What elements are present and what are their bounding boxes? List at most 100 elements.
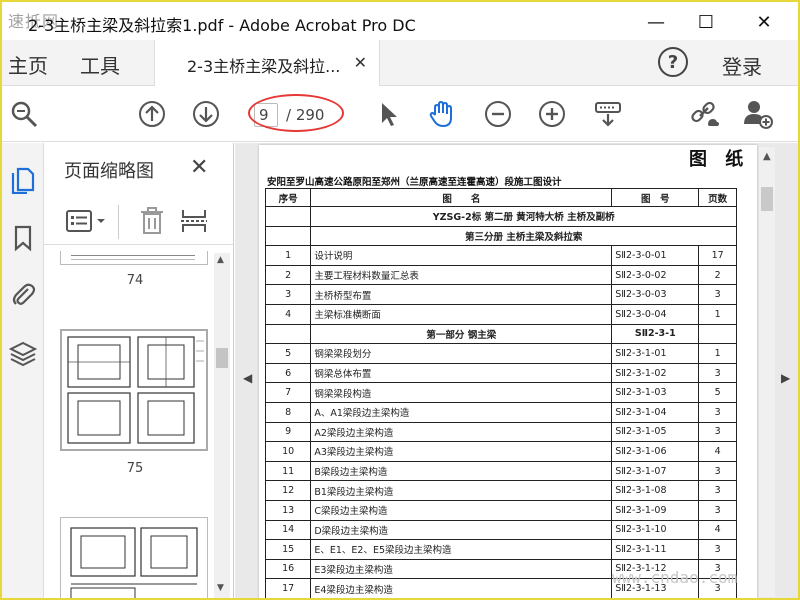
- page-thumbnails-icon[interactable]: [8, 165, 38, 195]
- cell-seq: 14: [264, 519, 312, 541]
- panel-toolbar: [44, 199, 233, 245]
- page-up-icon[interactable]: [136, 98, 168, 130]
- bookmarks-icon[interactable]: [8, 223, 38, 253]
- pdf-page: 图 纸 安阳至罗山高速公路原阳至郑州（兰原高速至连霍高速）段施工图设计 序号 图…: [259, 145, 757, 598]
- next-page-icon[interactable]: ▶: [781, 371, 790, 385]
- scroll-down-icon[interactable]: ▼: [217, 583, 224, 593]
- cell-seq: 12: [264, 480, 312, 501]
- cell-name: E4梁段边主梁构造: [310, 578, 613, 598]
- cell-seq: 9: [264, 421, 312, 443]
- help-icon[interactable]: ?: [658, 47, 688, 77]
- table-row: 5 钢梁梁段划分 SⅡ2-3-1-01 1: [264, 343, 737, 364]
- cell-seq: 4: [264, 303, 312, 325]
- highlight-ellipse: [248, 94, 344, 132]
- column-header: 页数: [698, 188, 737, 207]
- select-arrow-icon[interactable]: [372, 98, 404, 130]
- share-link-icon[interactable]: [688, 98, 720, 130]
- login-button[interactable]: 登录: [722, 51, 762, 80]
- table-row: 2 主要工程材料数量汇总表 SⅡ2-3-0-02 2: [264, 264, 737, 286]
- cell-seq: 17: [264, 578, 312, 598]
- watermark-text: www.cndao.com: [612, 568, 738, 587]
- cell-pages: 3: [698, 460, 737, 482]
- table-row: 8 A、A1梁段边主梁构造 SⅡ2-3-1-04 3: [264, 401, 737, 423]
- left-nav-bar: [2, 143, 44, 598]
- cell-code: SⅡ2-3-1: [611, 323, 700, 345]
- close-tab-icon[interactable]: ✕: [354, 53, 367, 72]
- hand-tool-icon[interactable]: [426, 98, 458, 130]
- column-header: 图 号: [611, 188, 700, 207]
- cell-seq: 5: [264, 343, 312, 364]
- document-scrollbar[interactable]: ▲: [759, 147, 775, 597]
- tab-home[interactable]: 主页: [8, 50, 48, 79]
- cell-name: A3梁段边主梁构造: [310, 441, 613, 462]
- cell-name: 钢梁梁段划分: [310, 343, 613, 364]
- column-header: 序号: [264, 188, 312, 207]
- cell-code: SⅡ2-3-0-03: [611, 284, 700, 305]
- table-row: 7 钢梁梁段构造 SⅡ2-3-1-03 5: [264, 382, 737, 403]
- zoom-out-icon[interactable]: [482, 98, 514, 130]
- cell-seq: 8: [264, 401, 312, 423]
- cell-name: C梁段边主梁构造: [310, 499, 613, 521]
- cell-name: 主桥桥型布置: [310, 284, 613, 305]
- cell-name: E3梁段边主梁构造: [310, 558, 613, 580]
- cell-code: SⅡ2-3-0-02: [611, 264, 700, 286]
- divider: [118, 205, 119, 239]
- scroll-up-icon[interactable]: ▲: [217, 255, 224, 265]
- table-header-row: 序号 图 名 图 号 页数: [264, 188, 737, 207]
- table-row: 15 E、E1、E2、E5梁段边主梁构造 SⅡ2-3-1-11 3: [264, 539, 737, 560]
- cell-code: SⅡ2-3-1-07: [611, 460, 700, 482]
- keyboard-scroll-icon[interactable]: [592, 98, 624, 130]
- table-row: 9 A2梁段边主梁构造 SⅡ2-3-1-05 3: [264, 421, 737, 443]
- cell-code: SⅡ2-3-0-04: [611, 303, 700, 325]
- close-panel-icon[interactable]: ✕: [190, 155, 208, 180]
- attachments-icon[interactable]: [8, 279, 38, 309]
- thumbnail-options-icon[interactable]: [66, 209, 110, 235]
- doc-heading: 图 纸: [689, 149, 750, 170]
- thumbnail-page-75[interactable]: [60, 329, 208, 451]
- cell-code: SⅡ2-3-1-10: [611, 519, 700, 541]
- thumbnail-page-76[interactable]: [60, 517, 208, 598]
- section-row: 第三分册 主桥主梁及斜拉索: [264, 225, 737, 247]
- scroll-up-icon[interactable]: ▲: [763, 151, 771, 162]
- cell-name: D梁段边主梁构造: [310, 519, 613, 541]
- cell-pages: 3: [698, 284, 737, 305]
- cell-code: SⅡ2-3-1-04: [611, 401, 700, 423]
- layers-icon[interactable]: [8, 339, 38, 369]
- cell-seq: 3: [264, 284, 312, 305]
- cell-seq: 11: [264, 460, 312, 482]
- minimize-button[interactable]: —: [636, 6, 676, 38]
- thumbnail-scrollbar[interactable]: ▲ ▼: [214, 253, 230, 598]
- document-tab-label: 2-3主桥主梁及斜拉...: [187, 57, 341, 76]
- cell-code: SⅡ2-3-1-01: [611, 343, 700, 364]
- cell-pages: 1: [698, 343, 737, 364]
- close-window-button[interactable]: ✕: [744, 6, 784, 38]
- document-scroll-handle[interactable]: [761, 187, 773, 211]
- thumbnail-label: 74: [126, 273, 144, 288]
- section-title: 第一部分 钢主梁: [310, 323, 613, 345]
- cell-code: SⅡ2-3-1-08: [611, 480, 700, 501]
- thumbnail-page-74[interactable]: [60, 251, 208, 265]
- thumbnail-scroll-handle[interactable]: [216, 348, 228, 368]
- cell-pages: 4: [698, 441, 737, 462]
- table-row: 10 A3梁段边主梁构造 SⅡ2-3-1-06 4: [264, 441, 737, 462]
- section-row: 第一部分 钢主梁 SⅡ2-3-1: [264, 323, 737, 345]
- tab-tools[interactable]: 工具: [80, 50, 120, 79]
- cell-name: B1梁段边主梁构造: [310, 480, 613, 501]
- cell-code: SⅡ2-3-1-11: [611, 539, 700, 560]
- zoom-in-icon[interactable]: [536, 98, 568, 130]
- maximize-button[interactable]: ☐: [686, 6, 726, 38]
- search-zoom-icon[interactable]: [8, 98, 40, 130]
- add-user-icon[interactable]: [742, 98, 774, 130]
- page-layout-icon[interactable]: [180, 207, 208, 239]
- table-row: 4 主梁标准横断面 SⅡ2-3-0-04 1: [264, 303, 737, 325]
- cell-pages: 1: [698, 303, 737, 325]
- trash-icon[interactable]: [140, 207, 164, 239]
- previous-page-icon[interactable]: ◀: [243, 371, 252, 385]
- cell-seq: 6: [264, 362, 312, 384]
- tab-document[interactable]: 2-3主桥主梁及斜拉... ✕: [154, 40, 380, 86]
- page-down-icon[interactable]: [190, 98, 222, 130]
- cell-code: SⅡ2-3-1-02: [611, 362, 700, 384]
- cell-name: E、E1、E2、E5梁段边主梁构造: [310, 539, 613, 560]
- cell-pages: 3: [698, 539, 737, 560]
- cell-pages: 3: [698, 421, 737, 443]
